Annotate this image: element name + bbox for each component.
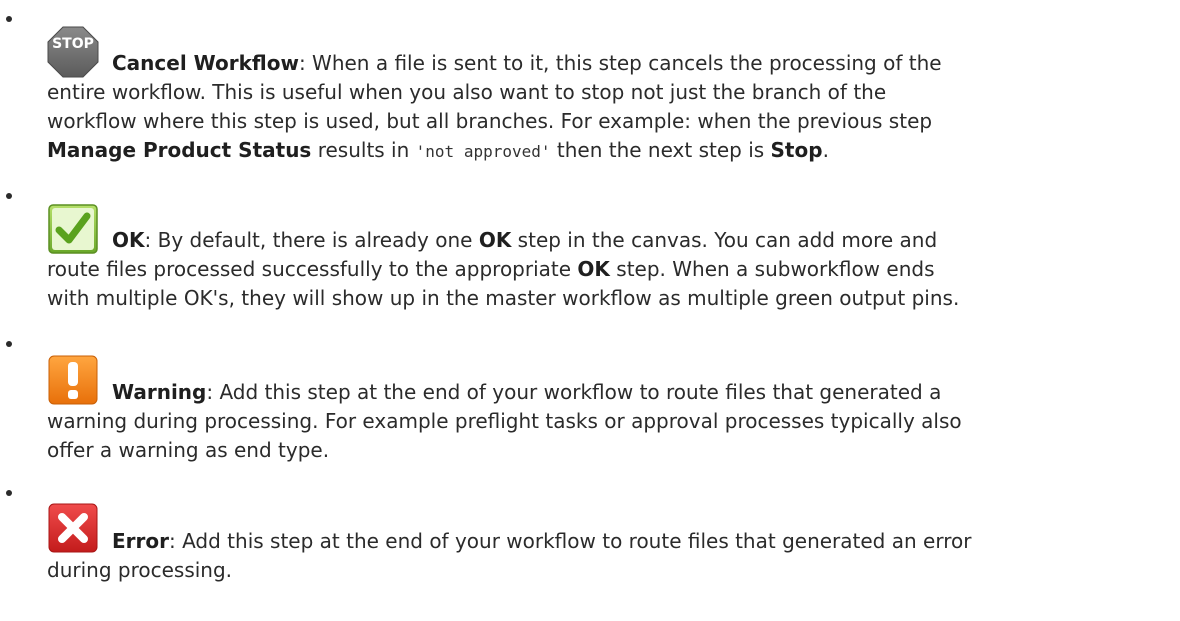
- code-not-approved: 'not approved': [415, 142, 551, 161]
- term-ok: OK: [112, 228, 145, 252]
- bullet: [6, 193, 12, 199]
- item-text: Warning: Add this step at the end of you…: [47, 380, 962, 462]
- stop-term: Stop: [770, 138, 823, 162]
- item-text: Cancel Workflow: When a file is sent to …: [47, 51, 942, 162]
- term-cancel-workflow: Cancel Workflow: [112, 51, 299, 75]
- bullet: [6, 341, 12, 347]
- term-warning: Warning: [112, 380, 207, 404]
- bullet: [6, 490, 12, 496]
- item-text: Error: Add this step at the end of your …: [47, 529, 972, 582]
- item-text: OK: By default, there is already one OK …: [47, 228, 960, 310]
- term-error: Error: [112, 529, 169, 553]
- bullet: [6, 16, 12, 22]
- manage-product-status: Manage Product Status: [47, 138, 312, 162]
